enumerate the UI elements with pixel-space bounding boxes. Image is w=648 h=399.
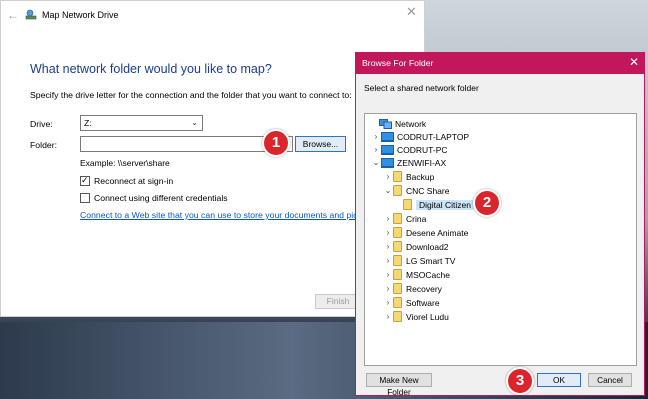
tree-item[interactable]: › CODRUT-PC [371, 143, 448, 156]
tree-item[interactable]: › Backup [383, 170, 434, 183]
tree-item-label: Software [406, 297, 440, 308]
chevron-right-icon[interactable]: › [383, 242, 393, 251]
credentials-checkbox[interactable] [80, 193, 90, 203]
close-icon[interactable]: ✕ [406, 5, 417, 18]
computer-icon [381, 157, 394, 168]
cancel-button[interactable]: Cancel [588, 373, 632, 387]
drive-value: Z: [84, 118, 92, 128]
chevron-down-icon: ⌄ [191, 118, 198, 127]
tree-item[interactable]: › MSOCache [383, 268, 450, 281]
browse-button[interactable]: Browse... [295, 136, 346, 152]
tree-item-label: Backup [406, 171, 435, 182]
chevron-down-icon[interactable]: ⌄ [371, 158, 381, 167]
make-new-folder-button[interactable]: Make New Folder [366, 373, 432, 397]
chevron-right-icon[interactable]: › [383, 256, 393, 265]
dialog-title-bar: Browse For Folder ✕ [356, 53, 644, 74]
tree-item-label: CODRUT-PC [397, 144, 448, 155]
step-badge-2: 2 [473, 189, 501, 217]
chevron-right-icon[interactable]: › [383, 228, 393, 237]
tree-item-label: Recovery [406, 283, 442, 294]
tree-item-label: ZENWIFI-AX [397, 157, 447, 168]
tree-item[interactable]: › Viorel Ludu [383, 310, 449, 323]
tree-item[interactable]: Network [369, 117, 426, 130]
tree-item-label: Digital Citizen [416, 199, 474, 210]
chevron-right-icon[interactable]: › [371, 132, 381, 141]
drive-select[interactable]: Z: ⌄ [80, 115, 203, 131]
tree-item[interactable]: ⌄ CNC Share [383, 184, 449, 197]
tree-item[interactable]: › Crina [383, 212, 426, 225]
chevron-down-icon[interactable]: ⌄ [383, 186, 393, 195]
dialog-title: Browse For Folder [362, 58, 434, 68]
reconnect-checkbox[interactable]: ✓ [80, 175, 90, 186]
drive-label: Drive: [30, 119, 53, 129]
tree-item[interactable]: › Desene Animate [383, 226, 468, 239]
folder-icon [393, 227, 402, 238]
folder-icon [393, 297, 402, 308]
tree-item[interactable]: ⌄ ZENWIFI-AX [371, 156, 446, 169]
tree-item-label: Crina [406, 213, 427, 224]
chevron-right-icon[interactable]: › [383, 172, 393, 181]
folder-icon [393, 171, 402, 182]
reconnect-label: Reconnect at sign-in [94, 176, 174, 186]
chevron-right-icon[interactable]: › [383, 312, 393, 321]
tree-item-label: LG Smart TV [406, 255, 456, 266]
chevron-right-icon[interactable]: › [383, 298, 393, 307]
chevron-right-icon[interactable]: › [383, 284, 393, 293]
computer-icon [381, 131, 394, 142]
folder-icon [393, 311, 402, 322]
tree-item-selected[interactable]: Digital Citizen [403, 198, 474, 211]
close-icon[interactable]: ✕ [629, 56, 639, 69]
network-icon [379, 118, 392, 129]
folder-icon [393, 283, 402, 294]
chevron-right-icon[interactable]: › [371, 145, 381, 154]
folder-icon [393, 255, 402, 266]
folder-tree[interactable]: Network › CODRUT-LAPTOP › CODRUT-PC ⌄ ZE… [364, 113, 637, 366]
tree-item-label: CNC Share [406, 185, 450, 196]
tree-item-label: Network [395, 118, 427, 129]
folder-icon [393, 241, 402, 252]
tree-item-label: Download2 [406, 241, 449, 252]
back-arrow-icon[interactable]: ← [7, 9, 19, 21]
step-badge-1: 1 [262, 129, 290, 157]
chevron-right-icon[interactable]: › [383, 270, 393, 279]
tree-item[interactable]: › Recovery [383, 282, 442, 295]
tree-item[interactable]: › Software [383, 296, 440, 309]
title-bar: ← Map Network Drive ✕ [1, 1, 424, 29]
tree-item[interactable]: › LG Smart TV [383, 254, 455, 267]
browse-for-folder-dialog: Browse For Folder ✕ Select a shared netw… [355, 52, 645, 397]
folder-icon [403, 199, 412, 210]
web-site-link[interactable]: Connect to a Web site that you can use t… [80, 210, 379, 220]
page-heading: What network folder would you like to ma… [30, 62, 272, 76]
computer-icon [381, 144, 394, 155]
folder-icon [393, 185, 402, 196]
example-text: Example: \\server\share [80, 158, 170, 168]
instructions: Specify the drive letter for the connect… [30, 90, 352, 100]
check-icon: ✓ [81, 175, 89, 185]
ok-button[interactable]: OK [537, 373, 581, 387]
window-title: Map Network Drive [42, 10, 119, 20]
folder-label: Folder: [30, 140, 58, 150]
tree-item[interactable]: › CODRUT-LAPTOP [371, 130, 469, 143]
tree-item[interactable]: › Download2 [383, 240, 449, 253]
credentials-label: Connect using different credentials [94, 193, 228, 203]
tree-item-label: MSOCache [406, 269, 450, 280]
step-badge-3: 3 [506, 367, 534, 395]
dialog-instructions: Select a shared network folder [364, 83, 479, 93]
tree-item-label: Desene Animate [406, 227, 469, 238]
chevron-right-icon[interactable]: › [383, 214, 393, 223]
network-drive-icon [25, 9, 37, 20]
folder-icon [393, 213, 402, 224]
tree-item-label: Viorel Ludu [406, 311, 449, 322]
folder-icon [393, 269, 402, 280]
tree-item-label: CODRUT-LAPTOP [397, 131, 470, 142]
